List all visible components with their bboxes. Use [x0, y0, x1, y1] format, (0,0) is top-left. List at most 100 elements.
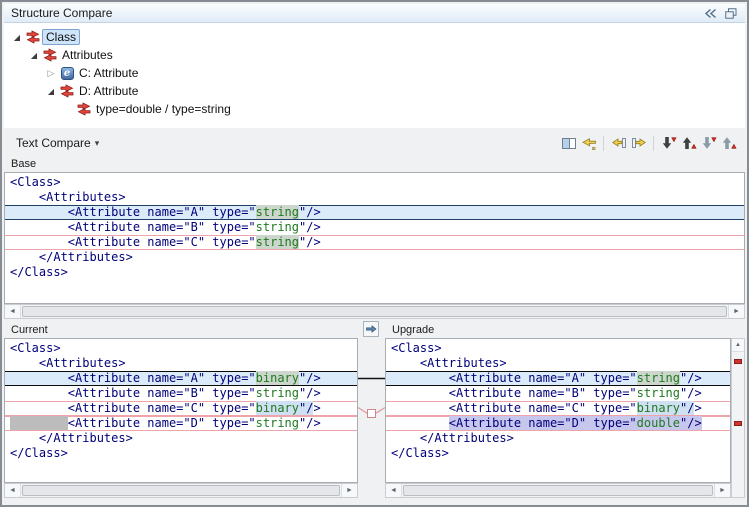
code-line[interactable]: <Attribute name="D" type="string"/>: [5, 416, 357, 431]
tree-item[interactable]: ◢Attributes: [4, 46, 745, 64]
attribute-value-token: string: [256, 416, 299, 430]
code-line[interactable]: <Attribute name="A" type="string"/>: [386, 371, 730, 386]
toolbar-separator: [603, 136, 604, 151]
code-text: "/>: [680, 416, 702, 430]
scroll-right-button[interactable]: ►: [341, 484, 357, 497]
structure-tree: ◢Class◢Attributes▷eC: Attribute◢D: Attri…: [4, 23, 745, 128]
code-line[interactable]: <Attribute name="C" type="binary"/>: [386, 401, 730, 416]
scroll-track[interactable]: [21, 305, 728, 318]
previous-difference-icon[interactable]: [679, 134, 698, 153]
scroll-right-button[interactable]: ►: [714, 484, 730, 497]
code-line[interactable]: <Class>: [386, 341, 730, 356]
previous-change-icon[interactable]: [719, 134, 738, 153]
code-line[interactable]: </Class>: [5, 446, 357, 461]
structure-header-icons: [703, 7, 738, 20]
merge-direction-icon[interactable]: [363, 321, 379, 337]
code-line[interactable]: </Attributes>: [5, 431, 357, 446]
diff-overview-marker[interactable]: [734, 359, 742, 364]
code-text: <Attribute name="B" type=": [391, 386, 637, 400]
code-line[interactable]: <Attribute name="B" type="string"/>: [5, 220, 744, 235]
base-code-area[interactable]: <Class> <Attributes> <Attribute name="A"…: [4, 172, 745, 304]
code-line[interactable]: <Attribute name="D" type="double"/>: [386, 416, 730, 431]
code-text: <Class>: [391, 341, 442, 355]
next-change-icon[interactable]: [699, 134, 718, 153]
collapse-all-icon[interactable]: [703, 7, 717, 20]
upgrade-pane: Upgrade <Class> <Attributes> <Attribute …: [385, 321, 731, 498]
tree-item[interactable]: type=double / type=string: [4, 100, 745, 118]
base-horizontal-scrollbar[interactable]: ◄ ►: [4, 304, 745, 319]
overview-ruler-track[interactable]: [732, 352, 744, 484]
tree-expander-icon[interactable]: ◢: [27, 51, 41, 60]
code-text: >: [694, 401, 701, 415]
code-line[interactable]: <Class>: [5, 341, 357, 356]
code-line[interactable]: <Attribute name="A" type="string"/>: [5, 205, 744, 220]
code-line[interactable]: <Attribute name="B" type="string"/>: [5, 386, 357, 401]
scroll-left-button[interactable]: ◄: [5, 305, 21, 318]
diff-overview-marker[interactable]: [734, 421, 742, 426]
code-line[interactable]: <Attributes>: [5, 356, 357, 371]
two-pane-layout-icon[interactable]: [559, 134, 578, 153]
upgrade-horizontal-scrollbar[interactable]: ◄ ►: [385, 483, 731, 498]
attribute-value-token: string: [637, 386, 680, 400]
code-text: </Class>: [391, 446, 449, 460]
current-code-area[interactable]: <Class> <Attributes> <Attribute name="A"…: [4, 338, 358, 483]
upgrade-code-area[interactable]: <Class> <Attributes> <Attribute name="A"…: [385, 338, 731, 483]
tree-item[interactable]: ◢Class: [4, 28, 745, 46]
code-text: "/>: [680, 371, 702, 385]
scroll-track[interactable]: [21, 484, 341, 497]
scroll-track[interactable]: [402, 484, 714, 497]
scroll-left-button[interactable]: ◄: [5, 484, 21, 497]
code-text: [391, 416, 449, 430]
code-text: <Class>: [10, 341, 61, 355]
restore-pane-icon[interactable]: [724, 7, 738, 20]
chevron-down-icon[interactable]: ▾: [95, 138, 100, 149]
copy-change-left-to-right-icon[interactable]: [629, 134, 648, 153]
merge-panes-region: Current <Class> <Attributes> <Attribute …: [4, 321, 745, 499]
base-pane: Base <Class> <Attributes> <Attribute nam…: [4, 155, 745, 319]
copy-change-right-to-left-icon[interactable]: [609, 134, 628, 153]
code-text: "/>: [299, 386, 321, 400]
scroll-left-button[interactable]: ◄: [386, 484, 402, 497]
next-difference-icon[interactable]: [659, 134, 678, 153]
attribute-value-token: binary: [256, 371, 299, 385]
code-line[interactable]: <Attribute name="C" type="string"/>: [5, 235, 744, 250]
code-text: <Attribute name="D" type=": [68, 416, 256, 430]
scroll-thumb[interactable]: [403, 485, 713, 496]
code-text: >: [313, 401, 320, 415]
tree-item[interactable]: ▷eC: Attribute: [4, 64, 745, 82]
code-line[interactable]: <Attribute name="B" type="string"/>: [386, 386, 730, 401]
code-line[interactable]: <Class>: [5, 175, 744, 190]
code-text: <Attribute name="A" type=": [391, 371, 637, 385]
structure-compare-title: Structure Compare: [11, 6, 112, 20]
scroll-thumb[interactable]: [22, 485, 340, 496]
code-line[interactable]: </Class>: [5, 265, 744, 280]
text-compare-toolbar-buttons: [559, 134, 738, 153]
code-line[interactable]: </Attributes>: [5, 250, 744, 265]
code-line[interactable]: <Attribute name="C" type="binary"/>: [5, 401, 357, 416]
scroll-right-button[interactable]: ►: [728, 305, 744, 318]
current-horizontal-scrollbar[interactable]: ◄ ►: [4, 483, 358, 498]
tree-expander-icon[interactable]: ◢: [10, 33, 24, 42]
element-icon: e: [58, 67, 76, 80]
code-line[interactable]: </Class>: [386, 446, 730, 461]
text-compare-title[interactable]: Text Compare: [16, 136, 91, 150]
code-text: <Attribute name="A" type=": [10, 205, 256, 219]
diff-connector-region: [358, 321, 385, 498]
attribute-value-token: string: [256, 386, 299, 400]
copy-all-right-to-left-icon[interactable]: [579, 134, 598, 153]
code-line[interactable]: <Attribute name="A" type="binary"/>: [5, 371, 357, 386]
tree-item-label: C: Attribute: [76, 65, 141, 81]
tree-expander-icon[interactable]: ◢: [44, 87, 58, 96]
attribute-value-token: string: [637, 371, 680, 385]
tree-expander-icon[interactable]: ▷: [44, 68, 58, 79]
code-line[interactable]: <Attributes>: [5, 190, 744, 205]
code-line[interactable]: </Attributes>: [386, 431, 730, 446]
code-text: "/>: [299, 371, 321, 385]
code-line[interactable]: <Attributes>: [386, 356, 730, 371]
code-text: <Attribute name="B" type=": [10, 220, 256, 234]
tree-item[interactable]: ◢D: Attribute: [4, 82, 745, 100]
overview-ruler[interactable]: ▲ ▼: [731, 338, 745, 498]
code-text: <Class>: [10, 175, 61, 189]
scroll-up-button[interactable]: ▲: [732, 339, 744, 352]
scroll-thumb[interactable]: [22, 306, 727, 317]
